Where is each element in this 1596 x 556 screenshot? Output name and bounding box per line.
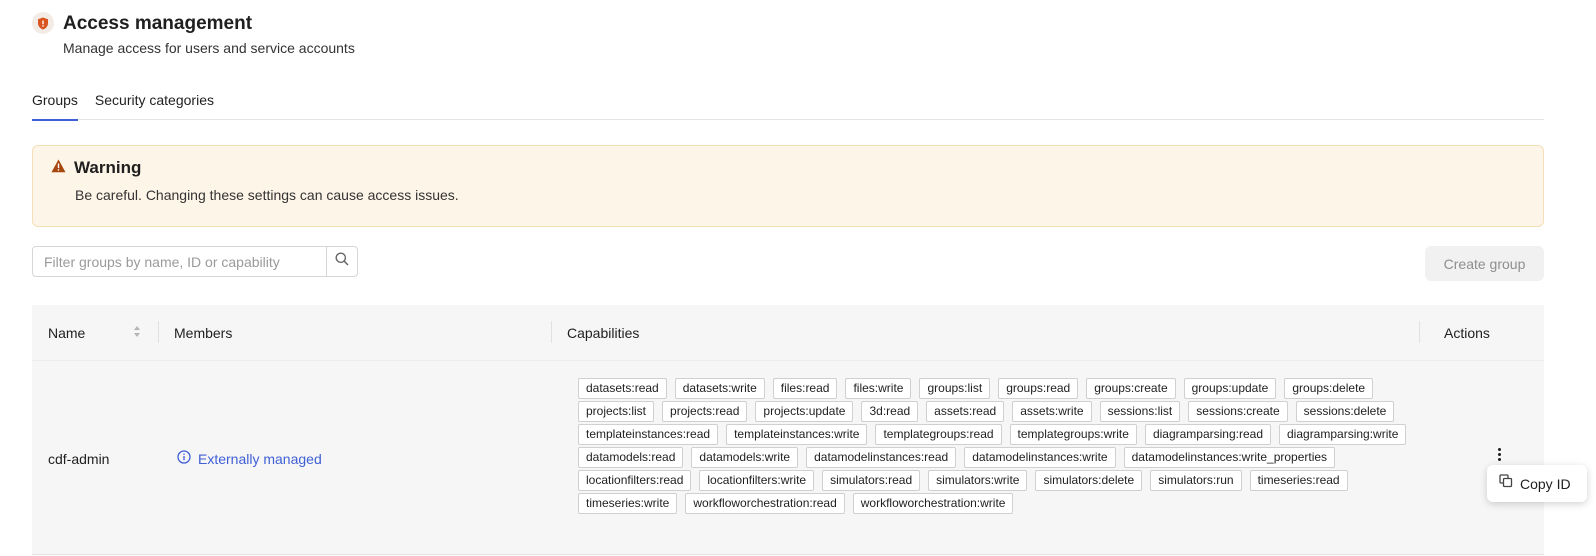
tab-security-categories[interactable]: Security categories bbox=[95, 84, 214, 120]
capability-chip: datasets:write bbox=[674, 378, 765, 399]
capability-chip: diagramparsing:write bbox=[1279, 424, 1407, 445]
copy-icon bbox=[1499, 474, 1513, 493]
capability-chip: groups:list bbox=[919, 378, 991, 399]
more-actions-icon[interactable] bbox=[1493, 444, 1505, 464]
page-subtitle: Manage access for users and service acco… bbox=[63, 40, 355, 56]
capability-chip: groups:update bbox=[1183, 378, 1277, 399]
capability-chip: templategroups:write bbox=[1009, 424, 1137, 445]
capability-chip: projects:update bbox=[755, 401, 854, 422]
capability-chip: sessions:delete bbox=[1295, 401, 1395, 422]
capability-chip: templateinstances:write bbox=[726, 424, 868, 445]
capability-chip: simulators:delete bbox=[1035, 470, 1143, 491]
capability-chip: sessions:list bbox=[1099, 401, 1181, 422]
copy-id-menu-item[interactable]: Copy ID bbox=[1487, 465, 1587, 502]
warning-triangle-icon bbox=[51, 159, 66, 178]
capability-chip: datamodels:write bbox=[691, 447, 799, 468]
page-header: Access management Manage access for user… bbox=[32, 12, 355, 57]
capability-chip: 3d:read bbox=[861, 401, 919, 422]
column-header-name[interactable]: Name bbox=[48, 305, 85, 360]
warning-message: Be careful. Changing these settings can … bbox=[75, 187, 459, 203]
capability-chip: locationfilters:read bbox=[578, 470, 692, 491]
capability-chip: datamodelinstances:write_properties bbox=[1123, 447, 1336, 468]
capability-chip: sessions:create bbox=[1188, 401, 1288, 422]
column-divider bbox=[158, 321, 159, 343]
capability-chip: diagramparsing:read bbox=[1144, 424, 1271, 445]
members-link[interactable]: Externally managed bbox=[177, 450, 322, 467]
capability-chip: groups:read bbox=[998, 378, 1079, 399]
capability-chip: projects:list bbox=[578, 401, 655, 422]
create-group-button[interactable]: Create group bbox=[1425, 246, 1544, 281]
capability-chip: files:write bbox=[845, 378, 912, 399]
table-row[interactable]: cdf-admin Externally managed datasets:re… bbox=[32, 360, 1544, 555]
capability-chip: templateinstances:read bbox=[578, 424, 719, 445]
search-input[interactable] bbox=[33, 247, 326, 276]
capability-chip: assets:read bbox=[926, 401, 1005, 422]
page-title: Access management bbox=[63, 13, 253, 34]
capability-chip: workfloworchestration:read bbox=[685, 493, 845, 514]
capability-chip: datamodels:read bbox=[578, 447, 684, 468]
capability-chip: simulators:write bbox=[928, 470, 1028, 491]
capability-chip: projects:read bbox=[662, 401, 748, 422]
capability-chip: assets:write bbox=[1012, 401, 1092, 422]
shield-icon bbox=[32, 12, 54, 34]
column-divider bbox=[1419, 321, 1420, 343]
tab-groups[interactable]: Groups bbox=[32, 84, 78, 121]
tab-bar: Groups Security categories bbox=[32, 84, 1544, 121]
column-header-capabilities: Capabilities bbox=[567, 305, 639, 360]
search-icon bbox=[335, 252, 349, 271]
capability-chip: datamodelinstances:read bbox=[806, 447, 957, 468]
capability-chip: timeseries:read bbox=[1249, 470, 1348, 491]
groups-table: Name Members Capabilities Actions cdf-ad… bbox=[32, 305, 1544, 555]
column-divider bbox=[551, 321, 552, 343]
capability-chip: locationfilters:write bbox=[699, 470, 815, 491]
members-label: Externally managed bbox=[198, 450, 322, 467]
copy-id-label: Copy ID bbox=[1520, 475, 1571, 492]
capability-chip: timeseries:write bbox=[578, 493, 678, 514]
warning-banner: Warning Be careful. Changing these setti… bbox=[32, 145, 1544, 227]
table-header: Name Members Capabilities Actions bbox=[32, 305, 1544, 360]
capability-chip: datasets:read bbox=[578, 378, 667, 399]
capability-chip: templategroups:read bbox=[875, 424, 1002, 445]
column-header-actions: Actions bbox=[1444, 305, 1490, 360]
column-header-members: Members bbox=[174, 305, 232, 360]
sort-icon[interactable] bbox=[133, 325, 141, 341]
capability-chip: groups:delete bbox=[1284, 378, 1374, 399]
capability-chip: simulators:run bbox=[1150, 470, 1242, 491]
capabilities-list: datasets:read datasets:write files:read fil… bbox=[578, 378, 1428, 516]
capability-chip: groups:create bbox=[1086, 378, 1176, 399]
column-label-members: Members bbox=[174, 324, 233, 341]
search-button[interactable] bbox=[326, 247, 357, 276]
column-label-actions: Actions bbox=[1444, 324, 1490, 341]
group-name: cdf-admin bbox=[48, 451, 110, 467]
info-icon bbox=[177, 450, 191, 467]
capability-chip: workfloworchestration:write bbox=[852, 493, 1014, 514]
warning-title: Warning bbox=[74, 158, 142, 177]
capability-chip: files:read bbox=[772, 378, 838, 399]
column-label-name: Name bbox=[48, 324, 86, 341]
column-label-capabilities: Capabilities bbox=[567, 324, 640, 341]
capability-chip: datamodelinstances:write bbox=[964, 447, 1116, 468]
search-box bbox=[32, 246, 358, 277]
capability-chip: simulators:read bbox=[822, 470, 921, 491]
